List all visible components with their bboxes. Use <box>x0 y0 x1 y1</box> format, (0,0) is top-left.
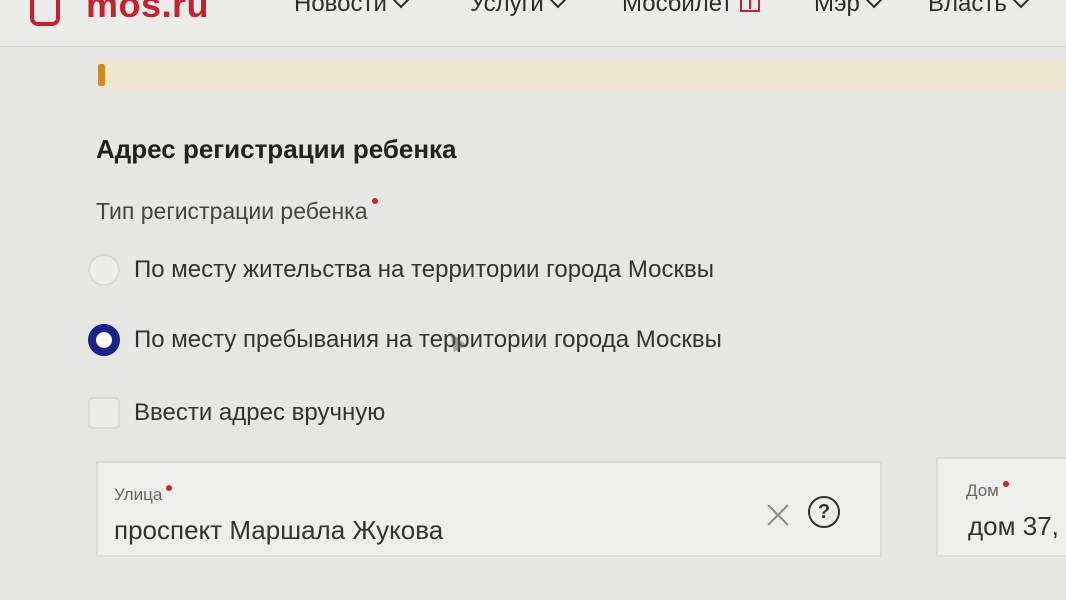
nav-mosbilet[interactable]: Мосбилет <box>622 0 761 18</box>
required-indicator <box>1002 481 1009 487</box>
nav-services[interactable]: Услуги <box>470 0 567 18</box>
help-icon[interactable]: ? <box>808 496 840 528</box>
nav-government[interactable]: Власть <box>928 0 1030 18</box>
mos-logo-icon[interactable] <box>30 0 60 26</box>
house-field-label: Дом <box>966 481 1009 501</box>
nav-government-label: Власть <box>928 0 1007 17</box>
section-title: Адрес регистрации ребенка <box>96 134 457 164</box>
nav-mosbilet-label: Мосбилет <box>622 0 733 17</box>
street-field-label-text: Улица <box>114 485 163 504</box>
required-indicator <box>166 485 173 491</box>
radio-option-residence[interactable]: По месту жительства на территории города… <box>88 254 714 286</box>
chevron-down-icon <box>865 0 883 9</box>
house-field[interactable]: Дом дом 37, к <box>936 457 1066 557</box>
chevron-down-icon <box>1012 0 1030 9</box>
house-field-value[interactable]: дом 37, к <box>968 511 1066 542</box>
site-logo[interactable]: mos.ru <box>86 0 209 26</box>
nav-mayor-label: Мэр <box>814 0 860 17</box>
manual-address-checkbox[interactable]: Ввести адрес вручную <box>88 397 385 429</box>
site-header: mos.ru Новости Услуги Мосбилет Мэр Власт… <box>0 0 1066 47</box>
radio-button-selected[interactable] <box>88 324 120 356</box>
registration-type-label: Тип регистрации ребенка <box>96 198 378 225</box>
radio-option-residence-label: По месту жительства на территории города… <box>134 256 714 283</box>
street-field-value[interactable]: проспект Маршала Жукова <box>114 515 443 546</box>
radio-button[interactable] <box>88 254 120 286</box>
nav-news[interactable]: Новости <box>294 0 410 18</box>
street-field-label: Улица <box>114 485 173 505</box>
clear-icon[interactable] <box>764 501 792 529</box>
manual-address-label: Ввести адрес вручную <box>134 399 386 426</box>
nav-news-label: Новости <box>294 0 387 17</box>
checkbox[interactable] <box>88 397 120 429</box>
ticket-icon <box>740 0 761 12</box>
required-indicator <box>371 198 378 204</box>
registration-type-label-text: Тип регистрации ребенка <box>96 198 368 224</box>
house-field-label-text: Дом <box>966 481 999 500</box>
chevron-down-icon <box>549 0 567 9</box>
nav-services-label: Услуги <box>470 0 544 17</box>
notice-banner <box>98 60 1066 90</box>
radio-option-stay-label: По месту пребывания на территории города… <box>134 326 722 353</box>
nav-mayor[interactable]: Мэр <box>814 0 883 18</box>
chevron-down-icon <box>392 0 410 9</box>
radio-option-stay[interactable]: По месту пребывания на территории города… <box>88 324 722 356</box>
notice-accent-bar <box>98 64 105 86</box>
street-field[interactable]: Улица проспект Маршала Жукова ? <box>96 461 882 557</box>
